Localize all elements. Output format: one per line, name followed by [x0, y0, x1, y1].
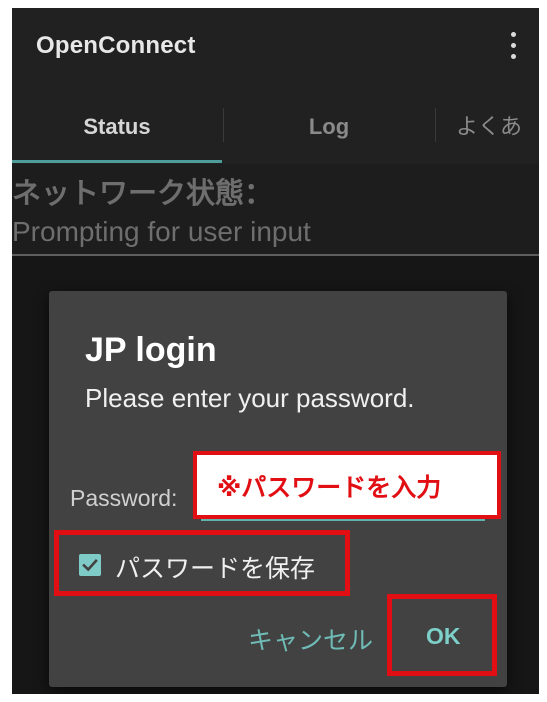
dialog-message: Please enter your password. [85, 383, 415, 413]
password-callout-text: ※パスワードを入力 [217, 473, 442, 502]
ok-highlight-box [387, 594, 497, 676]
status-panel: ネットワーク状態： Prompting for user input [12, 164, 539, 256]
tab-status[interactable]: Status [12, 86, 222, 164]
dialog-title: JP login [85, 331, 217, 369]
app-bar: OpenConnect [12, 8, 539, 86]
network-status-heading: ネットワーク状態： [12, 176, 274, 210]
checkbox-highlight-box [54, 530, 350, 596]
cancel-button[interactable]: キャンセル [248, 621, 373, 657]
tab-bar: Status Log よくあ [12, 86, 539, 164]
network-status-value: Prompting for user input [12, 216, 311, 247]
tab-faq[interactable]: よくあ [436, 86, 539, 164]
password-label: Password: [70, 485, 178, 511]
tab-indicator [12, 160, 222, 163]
more-vert-icon[interactable] [501, 30, 525, 64]
tab-log[interactable]: Log [224, 86, 434, 164]
status-divider [12, 254, 539, 256]
password-callout: ※パスワードを入力 [193, 451, 501, 519]
app-title: OpenConnect [36, 32, 196, 59]
